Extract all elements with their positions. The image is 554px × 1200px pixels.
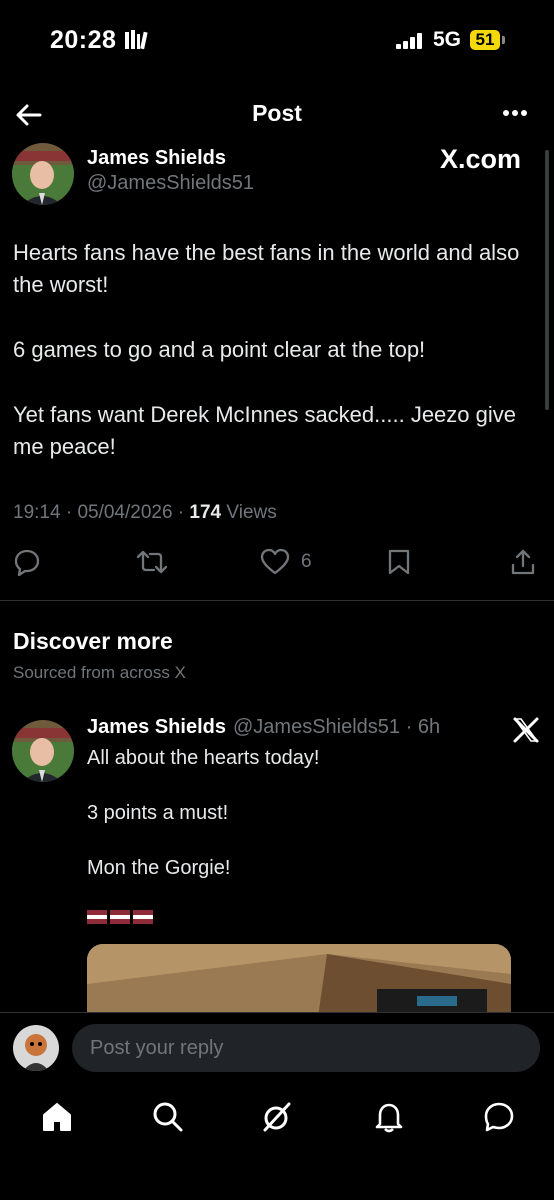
share-icon	[511, 549, 535, 575]
post-paragraph: 6 games to go and a point clear at the t…	[13, 337, 426, 362]
flag-emoji-icon	[87, 910, 153, 924]
discover-subtitle: Sourced from across X	[13, 663, 186, 682]
notifications-icon[interactable]	[372, 1100, 406, 1134]
search-icon[interactable]	[151, 1100, 185, 1134]
library-icon	[125, 30, 148, 50]
reply-input[interactable]	[72, 1024, 540, 1072]
post-age: 6h	[417, 716, 441, 738]
author-handle[interactable]: @JamesShields51	[87, 172, 254, 195]
signal-icon	[396, 33, 422, 49]
author-name[interactable]: James Shields	[87, 147, 226, 170]
section-divider	[0, 600, 554, 601]
grok-icon[interactable]	[260, 1100, 294, 1134]
post-paragraph: 3 points a must!	[87, 802, 229, 824]
author-handle: @JamesShields51	[233, 716, 401, 738]
reply-divider	[0, 1012, 554, 1013]
post-date: 05/04/2026	[77, 502, 173, 523]
avatar-photo	[13, 1025, 59, 1071]
post-paragraph: Mon the Gorgie!	[87, 857, 231, 879]
more-options-icon[interactable]	[498, 98, 532, 128]
heart-icon	[260, 548, 290, 575]
author-name[interactable]: James Shields	[87, 716, 226, 739]
post-meta: 19:14 · 05/04/2026 · 174 Views	[13, 502, 277, 523]
avatar-photo	[12, 720, 74, 782]
reply-button[interactable]	[13, 548, 41, 578]
reply-icon	[14, 549, 40, 576]
battery-indicator: 51	[470, 30, 500, 50]
bookmark-icon	[388, 549, 410, 575]
repost-button[interactable]	[136, 548, 168, 578]
battery-tip	[502, 36, 505, 44]
views-count[interactable]: 174	[189, 502, 221, 523]
avatar-photo	[12, 143, 74, 205]
status-time: 20:28	[50, 26, 117, 54]
repost-icon	[136, 550, 168, 574]
discover-post-text: All about the hearts today! 3 points a m…	[87, 744, 507, 909]
home-icon[interactable]	[40, 1100, 74, 1134]
post-text: Hearts fans have the best fans in the wo…	[13, 237, 533, 496]
xcom-badge: X.com	[440, 144, 522, 174]
post-time: 19:14	[13, 502, 61, 523]
post-paragraph: Hearts fans have the best fans in the wo…	[13, 240, 520, 297]
x-logo-icon	[513, 717, 539, 743]
like-button[interactable]	[260, 548, 290, 578]
share-button[interactable]	[510, 548, 536, 578]
views-label: Views	[226, 502, 277, 523]
scrollbar[interactable]	[545, 150, 549, 410]
network-type: 5G	[433, 28, 462, 51]
like-count: 6	[301, 551, 312, 572]
discover-title: Discover more	[13, 628, 173, 654]
post-paragraph: Yet fans want Derek McInnes sacked..... …	[13, 402, 517, 459]
post-paragraph: All about the hearts today!	[87, 747, 320, 769]
bookmark-button[interactable]	[387, 548, 411, 578]
author-avatar[interactable]	[12, 143, 74, 205]
messages-icon[interactable]	[482, 1100, 516, 1134]
my-avatar[interactable]	[13, 1025, 59, 1071]
author-handle-age[interactable]: @JamesShields51 · 6h	[233, 716, 440, 739]
page-title: Post	[252, 100, 302, 126]
author-avatar[interactable]	[12, 720, 74, 782]
